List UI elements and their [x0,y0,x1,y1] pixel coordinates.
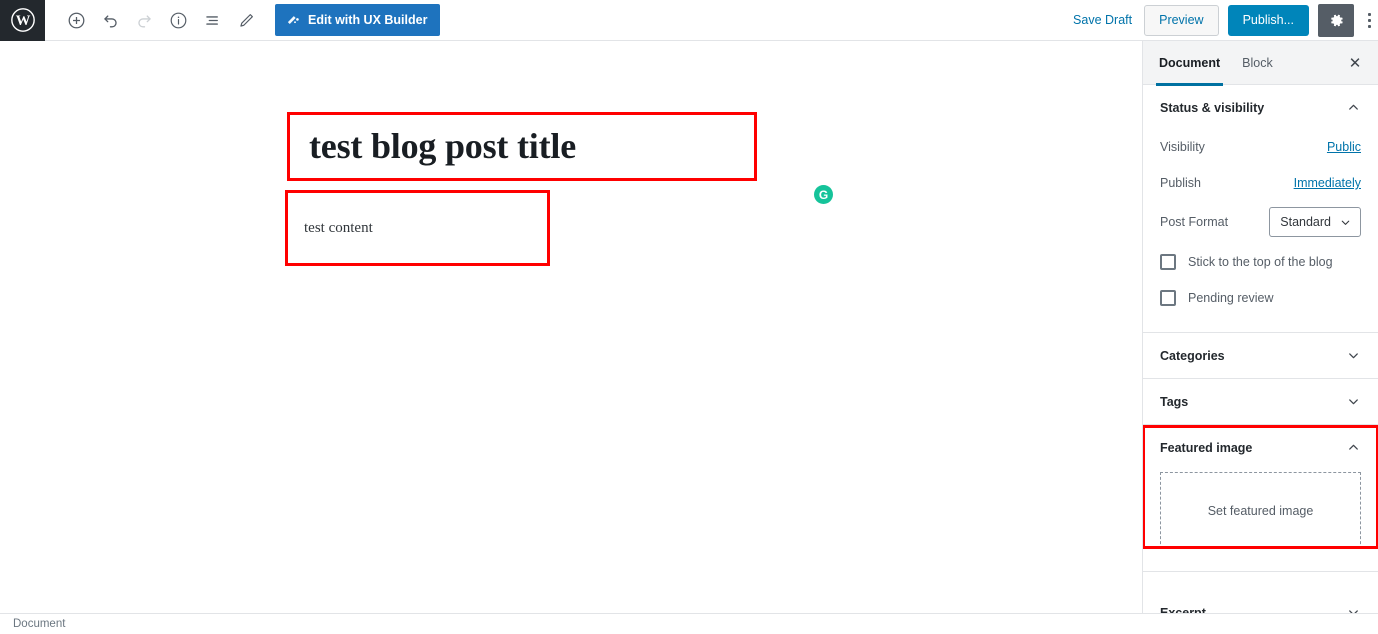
more-dots [1367,12,1371,28]
publish-label: Publish [1160,176,1201,190]
chevron-down-icon [1346,348,1361,363]
wordpress-block-editor: W Edit with UX Builder Save Draft Previe… [0,0,1378,634]
post-format-row: Post Format Standard [1160,202,1361,242]
chevron-down-icon [1339,216,1352,229]
post-content-highlight-box: test content [285,190,550,266]
panel-excerpt-header[interactable]: Excerpt [1143,590,1378,613]
edit-with-ux-builder-button[interactable]: Edit with UX Builder [275,4,441,36]
settings-sidebar: Document Block ✕ Status & visibility Vis… [1142,41,1378,613]
redo-icon [127,3,161,37]
svg-text:W: W [15,13,30,29]
tab-block[interactable]: Block [1242,41,1287,85]
panel-categories: Categories [1143,333,1378,379]
chevron-down-icon [1346,394,1361,409]
tab-document[interactable]: Document [1155,41,1234,86]
more-vertical-icon[interactable] [1354,4,1374,37]
panel-tags-title: Tags [1160,394,1189,409]
panel-categories-title: Categories [1160,348,1225,363]
pencil-icon[interactable] [229,3,263,37]
preview-button[interactable]: Preview [1144,4,1219,36]
panel-status-visibility-body: Visibility Public Publish Immediately Po… [1143,130,1378,332]
panel-status-visibility-header[interactable]: Status & visibility [1143,85,1378,130]
save-draft-button[interactable]: Save Draft [1061,4,1144,37]
panel-featured-image-header[interactable]: Featured image [1143,425,1378,470]
post-format-label: Post Format [1160,215,1229,229]
publish-value-button[interactable]: Immediately [1294,176,1361,190]
add-block-icon[interactable] [59,3,93,37]
sidebar-tabs: Document Block ✕ [1143,41,1378,86]
editor-toolbar: W Edit with UX Builder Save Draft Previe… [0,0,1378,41]
post-title-highlight-box: test blog post title [287,112,757,181]
pending-review-label: Pending review [1188,291,1274,305]
chevron-up-icon [1346,440,1361,455]
post-title-field[interactable]: test blog post title [309,126,576,167]
ux-builder-icon [286,13,301,28]
set-featured-image-button[interactable]: Set featured image [1160,472,1361,549]
panel-tags: Tags [1143,379,1378,425]
panel-featured-image-body: Set featured image [1143,472,1378,571]
status-bar-label: Document [13,618,66,630]
post-content-paragraph-block[interactable]: test content [304,220,373,237]
info-icon[interactable] [161,3,195,37]
grammarly-icon[interactable]: G [814,185,833,204]
close-icon[interactable]: ✕ [1344,52,1366,74]
panel-excerpt-title: Excerpt [1160,605,1206,614]
panel-featured-image: Featured image Set featured image [1143,425,1378,572]
visibility-label: Visibility [1160,140,1205,154]
panel-featured-image-title: Featured image [1160,440,1253,455]
publish-button[interactable]: Publish... [1227,4,1309,36]
list-view-icon[interactable] [195,3,229,37]
sticky-post-checkbox-row[interactable]: Stick to the top of the blog [1160,244,1361,280]
undo-icon[interactable] [93,3,127,37]
chevron-down-icon [1346,605,1361,613]
wordpress-logo-icon[interactable]: W [0,0,45,41]
panel-categories-header[interactable]: Categories [1143,333,1378,378]
panel-excerpt: Excerpt [1143,590,1378,613]
post-format-select[interactable]: Standard [1269,207,1361,237]
pending-review-checkbox[interactable] [1160,290,1176,306]
editor-status-bar: Document [0,613,1378,634]
visibility-value-button[interactable]: Public [1327,140,1361,154]
ux-builder-label: Edit with UX Builder [308,13,428,27]
publish-row: Publish Immediately [1160,166,1361,200]
post-format-value: Standard [1280,215,1331,229]
panel-tags-header[interactable]: Tags [1143,379,1378,424]
chevron-up-icon [1346,100,1361,115]
gear-icon[interactable] [1318,3,1354,37]
visibility-row: Visibility Public [1160,130,1361,164]
pending-review-checkbox-row[interactable]: Pending review [1160,280,1361,316]
sticky-post-label: Stick to the top of the blog [1188,255,1333,269]
panel-status-visibility: Status & visibility Visibility Public Pu… [1143,85,1378,333]
editor-canvas: test blog post title test content G [0,41,1142,613]
toolbar-right-actions: Save Draft Preview Publish... [1061,3,1378,37]
panel-status-visibility-title: Status & visibility [1160,100,1265,115]
toolbar-left-tools: Edit with UX Builder [45,3,441,37]
sticky-post-checkbox[interactable] [1160,254,1176,270]
